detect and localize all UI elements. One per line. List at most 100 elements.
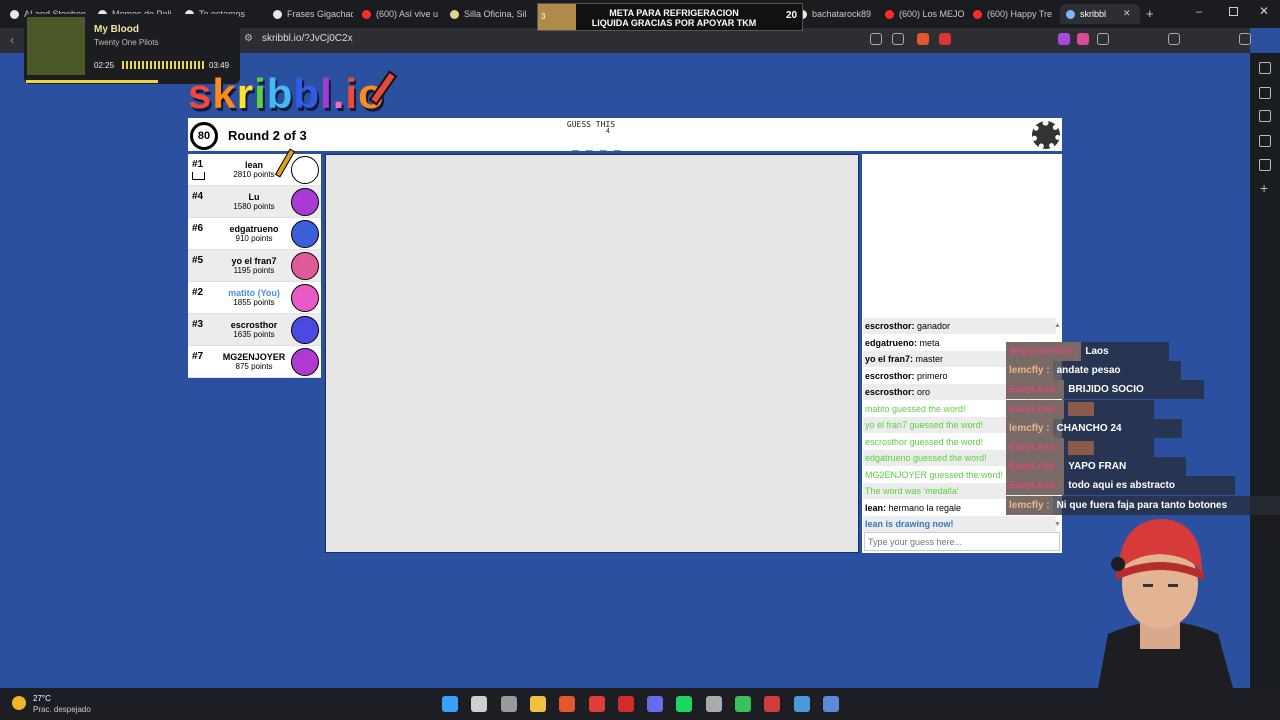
drawing-canvas[interactable] bbox=[325, 154, 859, 553]
close-tab-icon[interactable]: ✕ bbox=[1123, 8, 1131, 19]
stream-chat-text: todo aqui es abstracto bbox=[1068, 480, 1175, 492]
weather-icon[interactable] bbox=[12, 696, 26, 710]
chat-username: yo el fran7: bbox=[865, 354, 914, 364]
stream-chat-user: Wigomundos : bbox=[1006, 342, 1082, 361]
elapsed-time: 02:25 bbox=[94, 61, 115, 70]
browser-tab[interactable]: (600) Los MEJO bbox=[885, 4, 965, 24]
word-blanks: _ _ _ _ bbox=[572, 138, 623, 152]
search-icon[interactable] bbox=[471, 696, 488, 712]
stream-chat-message: EazyLean : todo aqui es abstracto bbox=[1006, 476, 1235, 496]
player-avatar bbox=[291, 284, 319, 312]
extensions-icon[interactable] bbox=[1097, 33, 1109, 45]
youtube-music-icon[interactable] bbox=[588, 696, 605, 712]
steam-icon[interactable] bbox=[822, 696, 839, 712]
new-tab-button[interactable]: + bbox=[1146, 6, 1154, 21]
stream-chat-text: andate pesao bbox=[1056, 365, 1121, 377]
brave-shields-icon[interactable] bbox=[917, 33, 929, 45]
tab-label: Frases Gigachad bbox=[287, 9, 353, 19]
player-row[interactable]: #2 matito (You) 1855 points bbox=[188, 282, 321, 314]
history-icon[interactable] bbox=[1259, 135, 1271, 147]
minimize-button[interactable]: – bbox=[1196, 6, 1202, 18]
player-name: MG2ENJOYER bbox=[222, 352, 286, 362]
tab-label: (600) Los MEJO bbox=[899, 9, 965, 19]
browser-tab[interactable]: bachatarock89 bbox=[798, 4, 878, 24]
stream-chat-text: Laos bbox=[1085, 346, 1109, 357]
settings-gear-icon[interactable] bbox=[1032, 121, 1060, 149]
terminal-icon[interactable] bbox=[735, 696, 751, 712]
stream-chat-text: CHANCHO 24 bbox=[1056, 422, 1122, 434]
add-sidebar-item-icon[interactable]: + bbox=[1260, 180, 1268, 196]
url-field[interactable]: skribbl.io/?JvCj0C2x bbox=[262, 33, 353, 44]
player-points: 1635 points bbox=[233, 330, 275, 339]
back-icon[interactable]: ‹ bbox=[10, 32, 14, 47]
sidebar-toggle-icon[interactable] bbox=[1168, 33, 1180, 45]
player-row[interactable]: #5 yo el fran7 1195 points bbox=[188, 250, 321, 282]
riot-icon[interactable] bbox=[764, 696, 781, 712]
reading-list-icon[interactable] bbox=[1259, 87, 1271, 99]
stream-chat-message: EazyLean : bbox=[1006, 399, 1155, 419]
player-avatar bbox=[291, 252, 319, 280]
weather-temp[interactable]: 27°C bbox=[33, 694, 51, 703]
brave-icon[interactable] bbox=[559, 696, 576, 712]
translate-icon[interactable] bbox=[870, 33, 882, 45]
browser-tab[interactable]: (600) Así vive u bbox=[362, 4, 442, 24]
close-window-button[interactable]: ✕ bbox=[1259, 4, 1269, 18]
game-header bbox=[188, 118, 1062, 151]
site-settings-icon[interactable]: ⚙ bbox=[244, 33, 253, 44]
browser-tab[interactable]: (600) Happy Tre bbox=[973, 4, 1053, 24]
chat-scroll-down-icon[interactable]: ▼ bbox=[1054, 521, 1061, 528]
photos-icon[interactable] bbox=[793, 696, 810, 712]
share-icon[interactable] bbox=[892, 33, 904, 45]
browser-tab[interactable]: Frases Gigachad bbox=[273, 4, 353, 24]
player-name: yo el fran7 bbox=[231, 256, 277, 266]
logo-letter: b bbox=[293, 70, 321, 117]
youtube-icon bbox=[362, 9, 371, 19]
logo-letter: b bbox=[266, 70, 294, 117]
spotify-icon[interactable] bbox=[676, 696, 693, 712]
stream-chat-message: lemcfly : CHANCHO 24 bbox=[1006, 418, 1182, 438]
guess-this-label: GUESS THIS bbox=[566, 120, 616, 129]
player-row[interactable]: #1 lean 2810 points bbox=[188, 154, 321, 186]
extension-purple-icon[interactable] bbox=[1058, 33, 1070, 45]
tab-label: (600) Happy Tre bbox=[987, 9, 1053, 19]
stream-chat-message: lemcfly : andate pesao bbox=[1006, 361, 1181, 381]
logo-letter: k bbox=[212, 70, 237, 117]
stream-chat-text: Ni que fuera faja para tanto botones bbox=[1056, 499, 1228, 511]
stream-chat-message: lemcfly : Ni que fuera faja para tanto bo… bbox=[1006, 495, 1280, 515]
file-explorer-icon[interactable] bbox=[529, 696, 546, 712]
chrome-icon[interactable] bbox=[705, 696, 722, 712]
emote-icon bbox=[1068, 402, 1095, 417]
brave-rewards-icon[interactable] bbox=[939, 33, 951, 45]
player-avatar bbox=[291, 156, 319, 184]
donation-goal-banner: META PARA REFRIGERACION LIQUIDA GRACIAS … bbox=[537, 3, 803, 31]
player-points: 910 points bbox=[235, 234, 273, 243]
player-row[interactable]: #4 Lu 1580 points bbox=[188, 186, 321, 218]
maximize-button[interactable] bbox=[1229, 7, 1238, 16]
player-points: 1855 points bbox=[233, 298, 275, 307]
guess-input[interactable] bbox=[864, 532, 1060, 551]
task-view-icon[interactable] bbox=[500, 696, 517, 712]
logo-letter: l bbox=[320, 70, 333, 117]
reader-icon[interactable] bbox=[1259, 159, 1271, 171]
browser-tab[interactable]: Silla Oficina, Sil bbox=[450, 4, 530, 24]
player-row[interactable]: #7 MG2ENJOYER 875 points bbox=[188, 346, 321, 378]
windows-start-icon[interactable] bbox=[442, 696, 458, 712]
player-row[interactable]: #6 edgatrueno 910 points bbox=[188, 218, 321, 250]
player-list: #1 lean 2810 points #4 Lu 1580 points #6 edgatr… bbox=[188, 154, 321, 378]
player-rank: #2 bbox=[192, 287, 204, 298]
player-rank: #3 bbox=[192, 319, 204, 330]
leo-ai-icon[interactable] bbox=[1259, 62, 1271, 74]
extension-pink-icon[interactable] bbox=[1077, 33, 1089, 45]
goal-count: 20 bbox=[786, 10, 798, 21]
bookmarks-icon[interactable] bbox=[1259, 110, 1271, 122]
goal-thumbnail: 3 bbox=[538, 4, 576, 30]
goal-line-2: LIQUIDA GRACIAS POR APOYAR TKM bbox=[591, 18, 757, 28]
player-rank: #6 bbox=[192, 223, 204, 234]
weather-desc[interactable]: Prac. despejado bbox=[33, 705, 91, 714]
discord-icon[interactable] bbox=[647, 696, 664, 712]
chat-scroll-up-icon[interactable]: ▲ bbox=[1054, 322, 1061, 329]
player-rank: #4 bbox=[192, 191, 204, 202]
wallet-icon[interactable] bbox=[1239, 33, 1251, 45]
jetbrains-icon[interactable] bbox=[617, 696, 634, 712]
player-row[interactable]: #3 escrosthor 1635 points bbox=[188, 314, 321, 346]
